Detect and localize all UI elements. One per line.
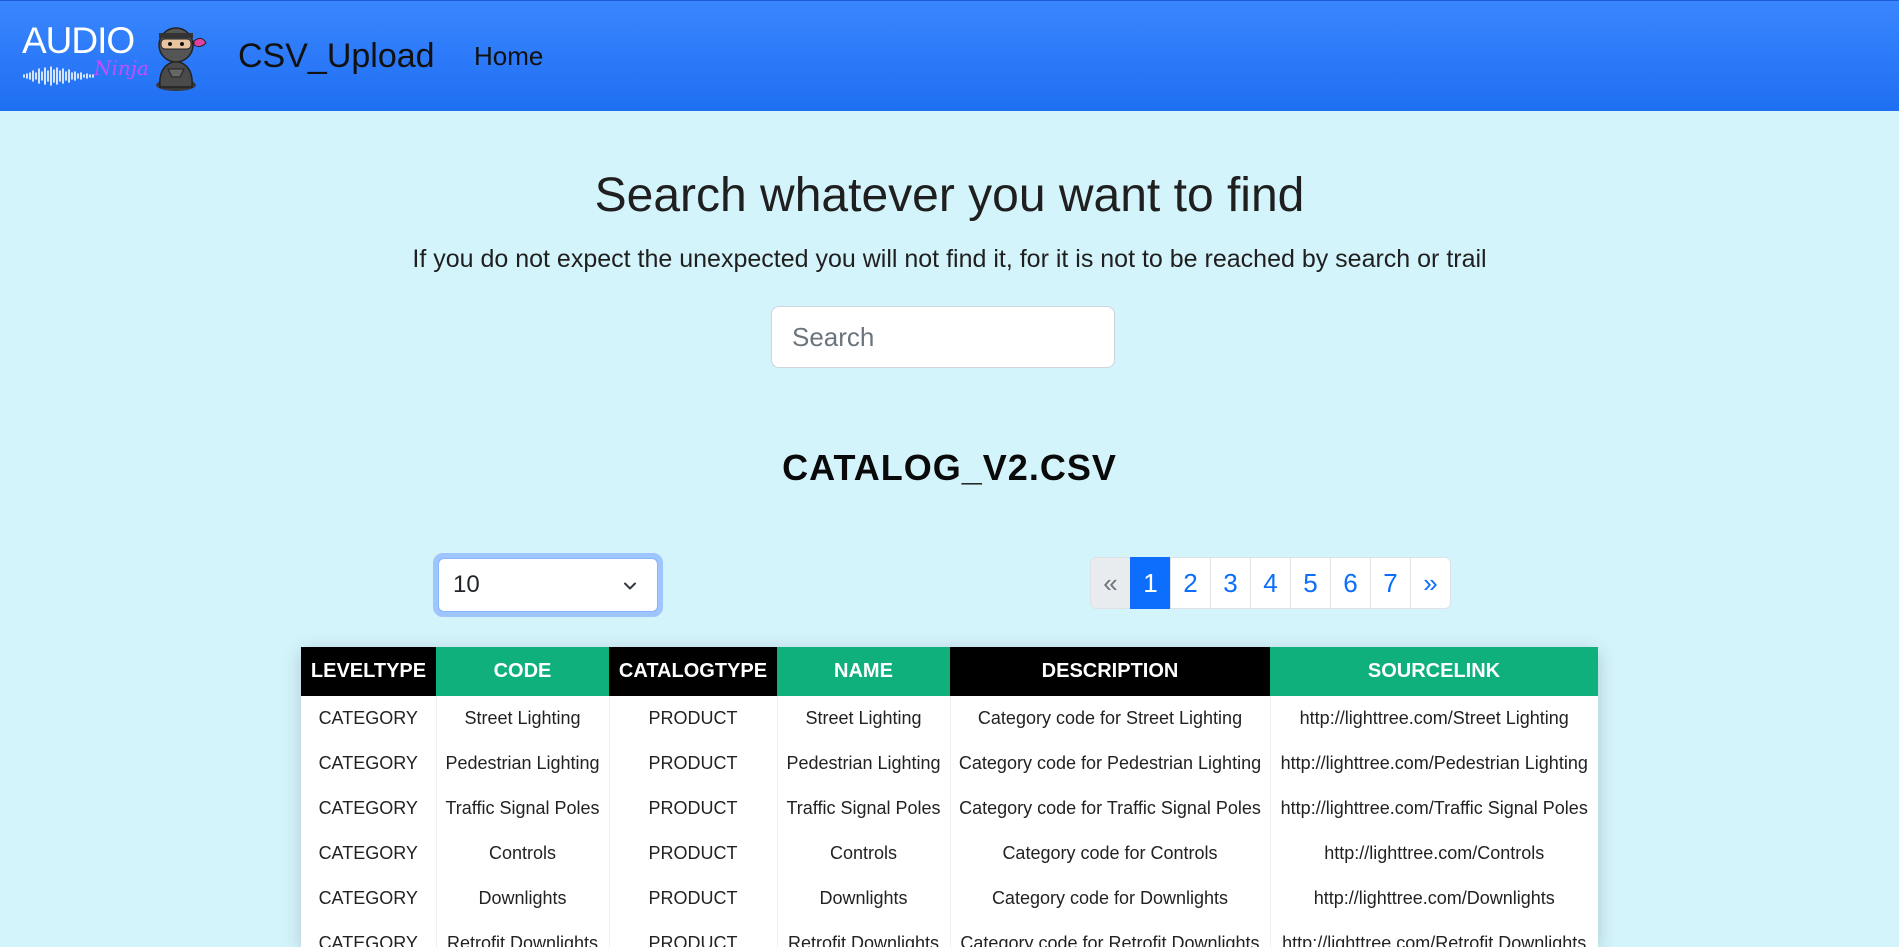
cell-sourcelink: http://lighttree.com/Street Lighting [1299,708,1569,728]
cell-leveltype: CATEGORY [301,696,437,741]
cell-leveltype: CATEGORY [301,741,437,786]
table-row: CATEGORY Traffic Signal Poles PRODUCT Tr… [301,786,1598,831]
cell-leveltype: CATEGORY [301,786,437,831]
cell-name: Traffic Signal Poles [777,786,951,831]
pagination: « 1 2 3 4 5 6 7 » [1090,557,1451,609]
cell-description: Category code for Traffic Signal Poles [950,786,1271,831]
pagination-page-2[interactable]: 2 [1170,557,1211,609]
column-header-sourcelink[interactable]: SOURCELINK [1270,647,1598,696]
cell-leveltype: CATEGORY [301,876,437,921]
cell-name: Retrofit Downlights [777,921,951,947]
column-header-name[interactable]: NAME [777,647,950,696]
chevron-down-icon [624,582,636,590]
cell-name: Street Lighting [777,696,951,741]
cell-catalogtype: PRODUCT [609,921,778,947]
page-subtitle: If you do not expect the unexpected you … [412,245,1487,273]
navbar: AUDIO Ninja CSV_Upload Home [0,0,1899,111]
search-input[interactable] [771,306,1115,368]
pagination-page-6[interactable]: 6 [1330,557,1371,609]
cell-catalogtype: PRODUCT [609,786,778,831]
catalog-table-container: LEVELTYPE CODE CATALOGTYPE NAME DESCRIPT… [301,647,1598,947]
pagination-page-3[interactable]: 3 [1210,557,1251,609]
page-size-select[interactable]: 10 [438,558,658,612]
pagination-page-1[interactable]: 1 [1130,557,1171,609]
cell-catalogtype: PRODUCT [609,741,778,786]
cell-description: Category code for Controls [950,831,1271,876]
cell-description: Category code for Street Lighting [950,696,1271,741]
cell-sourcelink: http://lighttree.com/Retrofit Downlights [1282,933,1587,947]
cell-code: Pedestrian Lighting [436,741,610,786]
pagination-next-button[interactable]: » [1410,557,1451,609]
table-row: CATEGORY Downlights PRODUCT Downlights C… [301,876,1598,921]
cell-sourcelink: http://lighttree.com/Controls [1324,843,1545,863]
page-size-value: 10 [453,571,480,598]
pagination-page-5[interactable]: 5 [1290,557,1331,609]
cell-description: Category code for Retrofit Downlights [950,921,1271,947]
table-row: CATEGORY Pedestrian Lighting PRODUCT Ped… [301,741,1598,786]
page-title: Search whatever you want to find [594,169,1305,222]
cell-leveltype: CATEGORY [301,921,437,947]
cell-code: Street Lighting [436,696,610,741]
pagination-page-4[interactable]: 4 [1250,557,1291,609]
cell-catalogtype: PRODUCT [609,696,778,741]
pagination-prev-button[interactable]: « [1090,557,1131,609]
cell-catalogtype: PRODUCT [609,831,778,876]
cell-code: Traffic Signal Poles [436,786,610,831]
audio-ninja-logo[interactable]: AUDIO Ninja [20,21,210,93]
cell-name: Controls [777,831,951,876]
cell-sourcelink: http://lighttree.com/Pedestrian Lighting [1280,753,1588,773]
table-header-row: LEVELTYPE CODE CATALOGTYPE NAME DESCRIPT… [301,647,1598,696]
ninja-mascot-icon [156,27,207,91]
brand-link[interactable]: CSV_Upload [238,34,435,78]
page-size-select-focus-ring: 10 [433,553,663,617]
cell-sourcelink: http://lighttree.com/Downlights [1313,888,1555,908]
table-row: CATEGORY Retrofit Downlights PRODUCT Ret… [301,921,1598,947]
cell-description: Category code for Downlights [950,876,1271,921]
pagination-page-7[interactable]: 7 [1370,557,1411,609]
cell-code: Retrofit Downlights [436,921,610,947]
cell-sourcelink: http://lighttree.com/Traffic Signal Pole… [1280,798,1588,818]
table-row: CATEGORY Controls PRODUCT Controls Categ… [301,831,1598,876]
sound-wave-icon [23,66,94,86]
column-header-code[interactable]: CODE [436,647,609,696]
column-header-catalogtype[interactable]: CATALOGTYPE [609,647,777,696]
column-header-description[interactable]: DESCRIPTION [950,647,1270,696]
nav-home-link[interactable]: Home [474,40,543,72]
cell-name: Downlights [777,876,951,921]
file-title: CATALOG_V2.CSV [782,447,1117,488]
table-row: CATEGORY Street Lighting PRODUCT Street … [301,696,1598,741]
catalog-table: LEVELTYPE CODE CATALOGTYPE NAME DESCRIPT… [301,647,1598,947]
column-header-leveltype[interactable]: LEVELTYPE [301,647,436,696]
cell-code: Downlights [436,876,610,921]
cell-description: Category code for Pedestrian Lighting [950,741,1271,786]
logo-script-text: Ninja [94,56,149,80]
cell-leveltype: CATEGORY [301,831,437,876]
cell-code: Controls [436,831,610,876]
cell-name: Pedestrian Lighting [777,741,951,786]
logo-text: AUDIO [22,20,135,61]
cell-catalogtype: PRODUCT [609,876,778,921]
